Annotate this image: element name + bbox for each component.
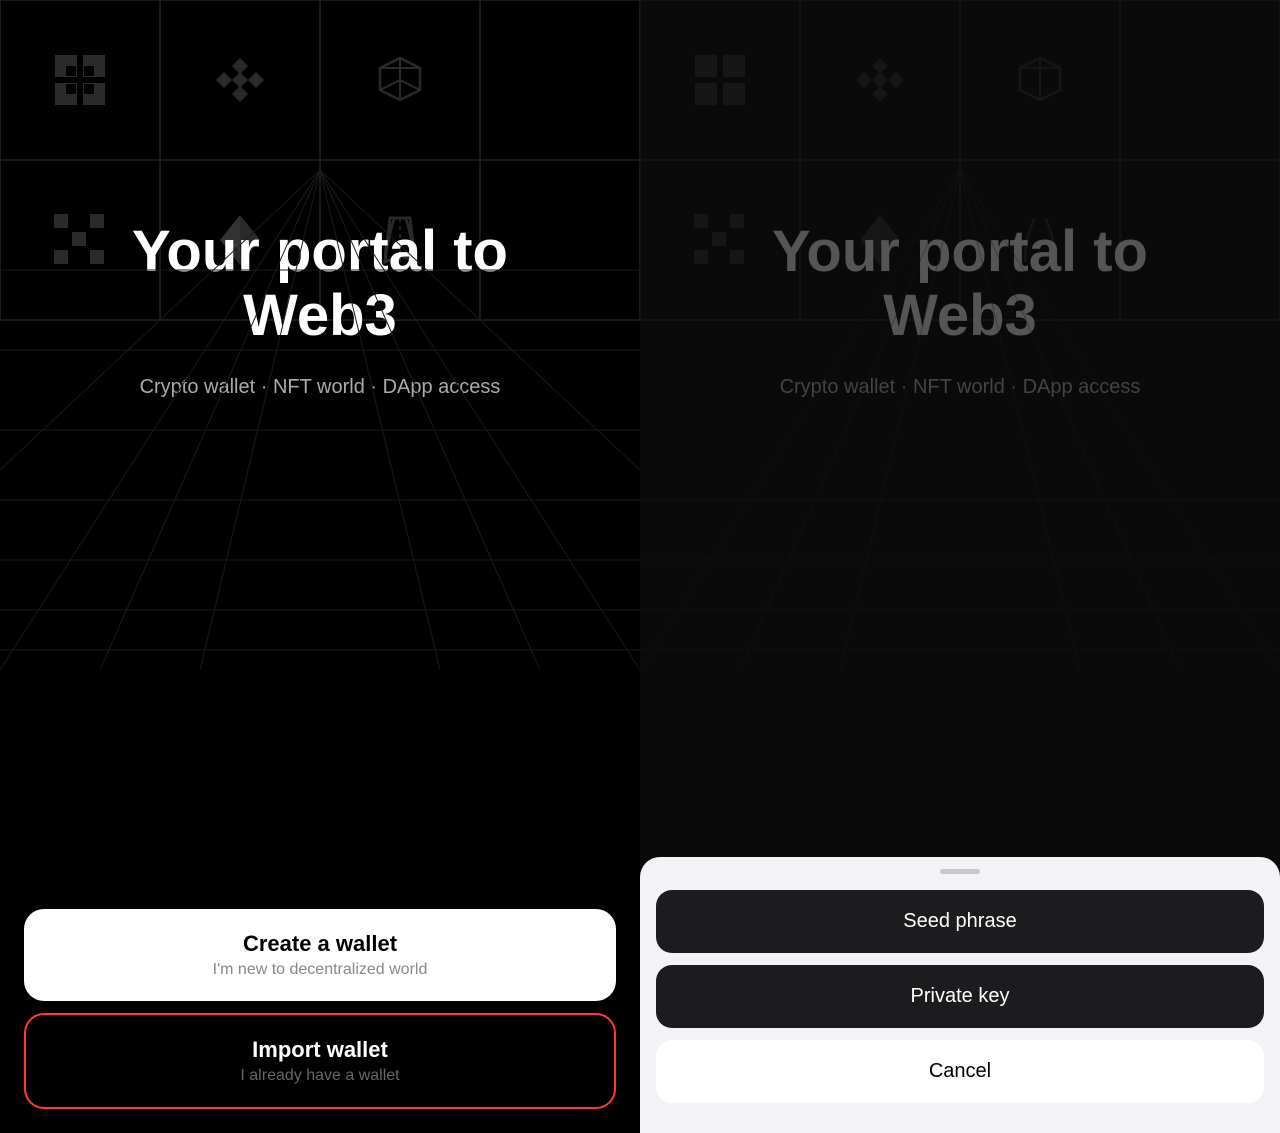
right-panel: Your portal to Web3 Crypto wallet · NFT … [640,0,1280,1133]
icon-cell [480,0,640,160]
icon-cell [800,0,960,160]
import-wallet-title: Import wallet [46,1037,594,1063]
cancel-button[interactable]: Cancel [656,1040,1264,1103]
hero-title-right: Your portal to Web3 [700,220,1220,348]
private-key-button[interactable]: Private key [656,965,1264,1028]
drag-handle [940,869,980,874]
box-icon-right [1010,50,1070,110]
hero-content-left: Your portal to Web3 Crypto wallet · NFT … [0,220,640,399]
icon-cell [0,0,160,160]
bottom-cards: Create a wallet I'm new to decentralized… [0,909,640,1133]
import-wallet-card[interactable]: Import wallet I already have a wallet [24,1013,616,1109]
pixel-icon [50,50,110,110]
hero-subtitle-right: Crypto wallet · NFT world · DApp access [700,376,1220,399]
icon-cell [1120,0,1280,160]
hero-title-left: Your portal to Web3 [60,220,580,348]
binance-icon-right [850,50,910,110]
icon-cell [320,0,480,160]
seed-phrase-button[interactable]: Seed phrase [656,890,1264,953]
create-wallet-card[interactable]: Create a wallet I'm new to decentralized… [24,909,616,1001]
icon-cell [960,0,1120,160]
binance-icon [210,50,270,110]
left-panel: Your portal to Web3 Crypto wallet · NFT … [0,0,640,1133]
hero-subtitle-left: Crypto wallet · NFT world · DApp access [60,376,580,399]
create-wallet-title: Create a wallet [44,931,596,957]
hero-content-right: Your portal to Web3 Crypto wallet · NFT … [640,220,1280,399]
action-sheet: Seed phrase Private key Cancel [640,857,1280,1133]
icon-cell [640,0,800,160]
box-3d-icon [370,50,430,110]
pixel-icon-right [690,50,750,110]
create-wallet-subtitle: I'm new to decentralized world [44,961,596,979]
icon-cell [160,0,320,160]
import-wallet-subtitle: I already have a wallet [46,1067,594,1085]
